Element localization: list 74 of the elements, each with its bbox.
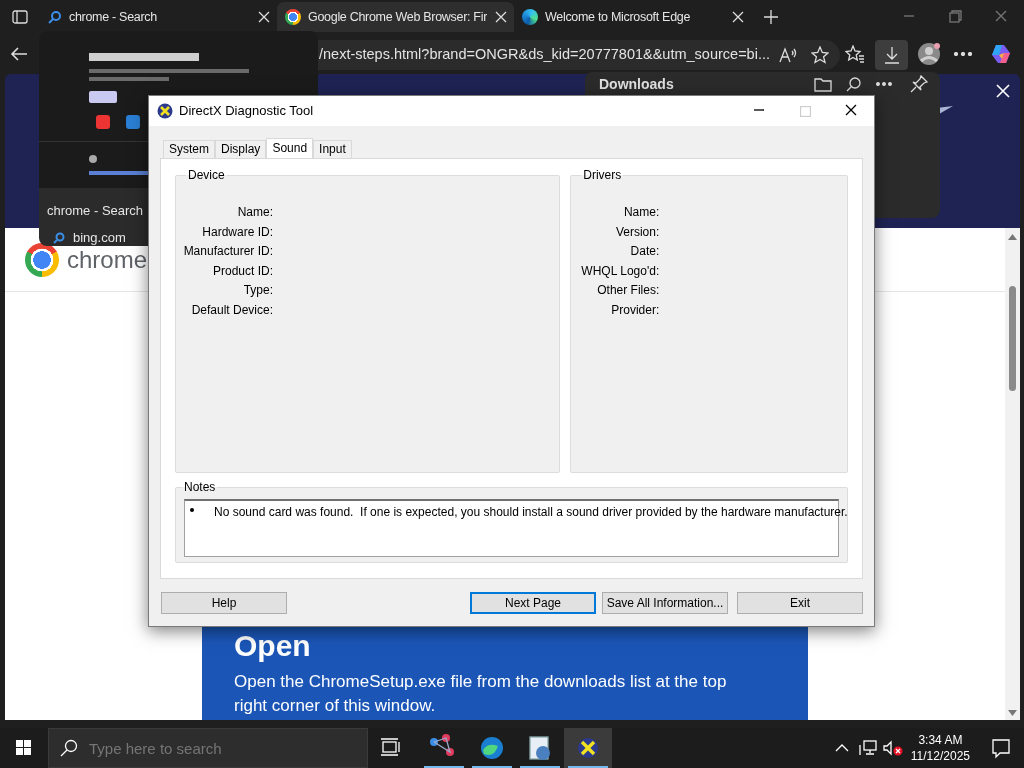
field-label: Version: (614, 223, 660, 241)
network-icon[interactable] (858, 740, 877, 756)
field-label: WHQL Logo'd: (580, 262, 660, 280)
field-label: Product ID: (211, 262, 273, 280)
field-label: Other Files: (596, 282, 660, 300)
scroll-up-icon[interactable] (1008, 234, 1017, 240)
field-label: Manufacturer ID: (182, 243, 273, 261)
close-icon[interactable] (494, 10, 508, 24)
preview-title: chrome - Search (47, 203, 144, 218)
group-title: Device (187, 169, 226, 181)
speaker-muted-icon[interactable] (882, 740, 903, 756)
search-icon[interactable] (846, 76, 862, 92)
field-label: Date: (629, 243, 660, 261)
date-text: 11/12/2025 (910, 748, 970, 764)
search-field[interactable]: Type here to search (48, 728, 368, 768)
time-text: 3:34 AM (917, 732, 964, 748)
chrome-logo-icon (25, 242, 59, 277)
card-text: Open the ChromeSetup.exe file from the downloads list at the top right corner of this window. (234, 671, 728, 717)
window-title: DirectX Diagnostic Tool (179, 102, 315, 121)
field-label: Provider: (610, 301, 660, 319)
favorites-icon[interactable] (845, 45, 865, 63)
read-aloud-icon[interactable] (777, 47, 798, 63)
dialog-button[interactable]: Next Page (470, 592, 596, 614)
group-title: Notes (183, 481, 217, 493)
dialog-button[interactable]: Save All Information... (602, 592, 728, 614)
clock[interactable]: 3:34 AM 11/12/2025 (910, 732, 970, 764)
star-icon[interactable] (810, 46, 829, 64)
more-icon[interactable] (954, 52, 972, 56)
browser-tab[interactable]: Google Chrome Web Browser: Fir (277, 2, 514, 32)
close-icon[interactable] (731, 10, 745, 24)
dialog-tab[interactable]: System (163, 140, 215, 158)
chrome-logo-icon (285, 9, 301, 25)
profile-icon[interactable] (917, 42, 941, 66)
address-field[interactable]: /next-steps.html?brand=ONGR&ds_kid=20777801&&utm_source=bi... (318, 40, 840, 70)
back-icon[interactable] (10, 46, 28, 62)
copilot-icon[interactable] (990, 43, 1012, 65)
site-text: bing.com (73, 229, 126, 246)
download-icon (883, 46, 901, 64)
scroll-thumb[interactable] (1009, 286, 1016, 391)
field-label: Name: (236, 204, 273, 221)
search-icon (48, 10, 62, 24)
maximize-icon (800, 105, 811, 117)
field-label: Name: (622, 204, 660, 221)
dialog-tab[interactable]: Sound (266, 138, 314, 158)
sidebar-icon[interactable] (12, 10, 28, 24)
panel-title: Downloads (599, 74, 675, 94)
browser-tab[interactable]: Welcome to Microsoft Edge (514, 2, 751, 32)
scroll-down-icon[interactable] (1008, 710, 1017, 716)
folder-icon[interactable] (814, 76, 832, 92)
search-icon (60, 739, 78, 757)
logo-text: chrome (67, 245, 148, 275)
taskbar-app[interactable] (564, 728, 612, 768)
browser-tab[interactable]: chrome - Search (40, 2, 277, 32)
field-label: Default Device: (190, 301, 273, 319)
bullet-icon (190, 508, 194, 512)
scrollbar[interactable] (1005, 228, 1020, 720)
group-title: Drivers (582, 169, 623, 181)
dialog-tab[interactable]: Input (313, 140, 352, 158)
pin-icon[interactable] (910, 75, 928, 93)
field-label: Hardware ID: (201, 223, 273, 241)
dialog-button[interactable]: Exit (737, 592, 863, 614)
chevron-up-icon[interactable] (834, 743, 849, 753)
field-label: Type: (242, 282, 273, 300)
close-icon[interactable] (257, 10, 271, 24)
downloads-button[interactable] (875, 40, 908, 70)
dialog-button[interactable]: Help (161, 592, 287, 614)
search-icon (53, 231, 65, 244)
more-icon[interactable] (876, 82, 892, 86)
directx-icon (157, 103, 173, 119)
card-heading: Open (234, 630, 312, 662)
edge-logo-icon (522, 9, 538, 25)
plus-icon[interactable] (763, 9, 779, 25)
dialog-tab[interactable]: Display (215, 140, 267, 158)
note-text: No sound card was found. If one is expected, you should install a sound driver provided by the hardware manufacturer. (214, 504, 848, 521)
